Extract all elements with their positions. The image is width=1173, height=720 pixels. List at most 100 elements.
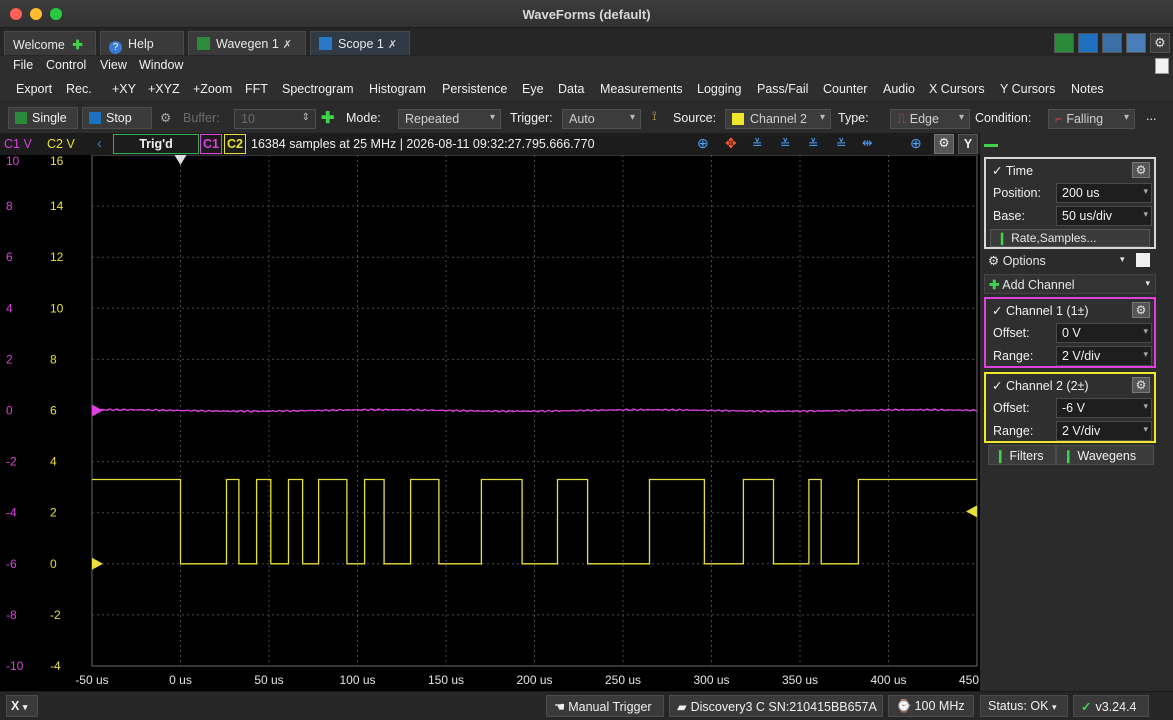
run-all-button[interactable] — [1054, 33, 1074, 53]
cursor-icon[interactable]: ✥ — [725, 135, 737, 152]
mode-select[interactable]: Repeated ▾ — [398, 109, 501, 129]
gear-icon[interactable]: ⚙ — [1132, 162, 1150, 178]
x-axis-button[interactable]: X ▾ — [6, 695, 38, 717]
wavegens-button[interactable]: ❙ Wavegens — [1056, 445, 1154, 465]
autoscale-icon[interactable]: ⇹ — [862, 135, 872, 150]
align-icon[interactable]: ≚ — [808, 136, 818, 151]
logging-button[interactable]: Logging — [697, 82, 742, 96]
device-button[interactable]: ▰ Discovery3 C SN:210415BB657A — [669, 695, 883, 717]
zoom-icon[interactable]: ⊕ — [697, 135, 709, 152]
tab-welcome[interactable]: Welcome ✚ — [4, 31, 96, 55]
buffer-input[interactable]: 10 ⇕ — [234, 109, 316, 129]
notes-icon[interactable] — [1136, 253, 1150, 267]
condition-select[interactable]: ⌐ Falling ▾ — [1048, 109, 1135, 129]
add-channel-button[interactable]: ✚ Add Channel ▾ — [984, 274, 1156, 294]
oscilloscope-plot[interactable]: 10 8 6 4 2 0 -2 -4 -6 -8 -10 16 14 12 10 8 6 4 2 0 -2 -4 -50 u… — [0, 155, 980, 691]
channel1-header[interactable]: ✓ Channel 1 (1±) ⚙ — [986, 299, 1154, 321]
window-layout-button[interactable] — [1102, 33, 1122, 53]
time-base-input[interactable]: 50 us/div ▾ — [1056, 206, 1152, 226]
x-tick-label: 250 us — [605, 673, 641, 687]
menu-control[interactable]: Control — [46, 58, 86, 72]
maximize-icon[interactable] — [1155, 58, 1169, 74]
source-select[interactable]: Channel 2 ▾ — [725, 109, 831, 129]
add-zoom-button[interactable]: +Zoom — [193, 82, 232, 96]
c1-axis-label: C1 V — [4, 137, 32, 151]
spectrogram-button[interactable]: Spectrogram — [282, 82, 354, 96]
menu-view[interactable]: View — [100, 58, 127, 72]
menu-file[interactable]: File — [13, 58, 33, 72]
pin-icon[interactable]: ✗ — [388, 39, 397, 51]
gear-icon[interactable]: ⚙ — [1132, 377, 1150, 393]
tab-help[interactable]: ? Help — [100, 31, 184, 55]
chevron-down-icon: ▾ — [1143, 401, 1148, 411]
align-icon[interactable]: ≚ — [780, 136, 790, 151]
options-row[interactable]: ⚙ Options ▾ — [984, 251, 1154, 271]
counter-button[interactable]: Counter — [823, 82, 867, 96]
type-select[interactable]: ⎍ Edge ▾ — [890, 109, 970, 129]
tab-scope-1[interactable]: Scope 1 ✗ — [310, 31, 410, 55]
mode-label: Mode: — [346, 111, 381, 125]
device-icon: ▰ — [677, 700, 687, 714]
c1-badge[interactable]: C1 — [200, 134, 222, 154]
pass-fail-button[interactable]: Pass/Fail — [757, 82, 808, 96]
y-cursors-button[interactable]: Y Cursors — [1000, 82, 1055, 96]
chevron-down-icon: ▾ — [1143, 349, 1148, 359]
c1-tick-label: -8 — [6, 608, 17, 622]
align-icon[interactable]: ≚ — [752, 136, 762, 151]
menu-window[interactable]: Window — [139, 58, 183, 72]
x-tick-label: 450 us — [959, 673, 980, 687]
persistence-button[interactable]: Persistence — [442, 82, 507, 96]
gear-icon[interactable]: ⚙ — [934, 134, 954, 154]
time-header[interactable]: ✓ Time ⚙ — [986, 159, 1154, 181]
fft-button[interactable]: FFT — [245, 82, 268, 96]
align-icon[interactable]: ≚ — [836, 136, 846, 151]
notes-button[interactable]: Notes — [1071, 82, 1104, 96]
data-button[interactable]: Data — [558, 82, 584, 96]
record-button[interactable]: Rec. — [66, 82, 92, 96]
gear-icon[interactable]: ⚙ — [1132, 302, 1150, 318]
c2-tick-label: 8 — [50, 352, 57, 366]
y-button[interactable]: Y — [958, 134, 978, 154]
x-cursors-button[interactable]: X Cursors — [929, 82, 985, 96]
panel-collapse-icon[interactable] — [984, 137, 998, 147]
channel2-header[interactable]: ✓ Channel 2 (2±) ⚙ — [986, 374, 1154, 396]
export-button[interactable]: Export — [16, 82, 52, 96]
c2-tick-label: 2 — [50, 506, 57, 520]
pin-icon[interactable]: ✗ — [283, 39, 292, 51]
plot-svg[interactable]: 10 8 6 4 2 0 -2 -4 -6 -8 -10 16 14 12 10 8 6 4 2 0 -2 -4 -50 u… — [0, 155, 980, 691]
frequency-button[interactable]: ⌚ 100 MHz — [888, 695, 974, 717]
c1-tick-label: 10 — [6, 155, 20, 168]
add-xy-button[interactable]: +XY — [112, 82, 136, 96]
more-button[interactable]: ... — [1146, 109, 1156, 123]
channel2-range-input[interactable]: 2 V/div ▾ — [1056, 421, 1152, 441]
stop-all-button[interactable] — [1078, 33, 1098, 53]
trigger-select[interactable]: Auto ▾ — [562, 109, 641, 129]
channel1-range-input[interactable]: 2 V/div ▾ — [1056, 346, 1152, 366]
channel2-offset-input[interactable]: -6 V ▾ — [1056, 398, 1152, 418]
stop-button[interactable]: Stop — [82, 107, 152, 129]
c2-offset-marker — [92, 557, 103, 570]
add-icon[interactable]: ✚ — [321, 108, 334, 128]
audio-button[interactable]: Audio — [883, 82, 915, 96]
rate-samples-button[interactable]: ❙ Rate,Samples... — [990, 229, 1150, 247]
manual-trigger-button[interactable]: ☚ Manual Trigger — [546, 695, 664, 717]
time-position-input[interactable]: 200 us ▾ — [1056, 183, 1152, 203]
single-button[interactable]: Single — [8, 107, 78, 129]
dock-button[interactable] — [1126, 33, 1146, 53]
search-icon[interactable]: ⊕ — [910, 135, 922, 152]
histogram-button[interactable]: Histogram — [369, 82, 426, 96]
version-button[interactable]: ✓ v3.24.4 — [1073, 695, 1149, 717]
c2-badge[interactable]: C2 — [224, 134, 246, 154]
status-button[interactable]: Status: OK ▾ — [980, 695, 1068, 717]
measurements-button[interactable]: Measurements — [600, 82, 683, 96]
tab-wavegen-label: Wavegen 1 — [216, 37, 279, 51]
tab-wavegen-1[interactable]: Wavegen 1 ✗ — [188, 31, 306, 55]
tab-bar: Welcome ✚ ? Help Wavegen 1 ✗ Scope 1 ✗ ⚙ — [0, 28, 1173, 56]
settings-gear-icon[interactable]: ⚙ — [1150, 33, 1170, 53]
eye-button[interactable]: Eye — [522, 82, 544, 96]
chevron-left-icon[interactable]: ‹ — [97, 135, 102, 152]
channel1-offset-input[interactable]: 0 V ▾ — [1056, 323, 1152, 343]
add-xyz-button[interactable]: +XYZ — [148, 82, 180, 96]
gear-icon[interactable]: ⚙ — [160, 110, 171, 125]
filters-button[interactable]: ❙ Filters — [988, 445, 1056, 465]
